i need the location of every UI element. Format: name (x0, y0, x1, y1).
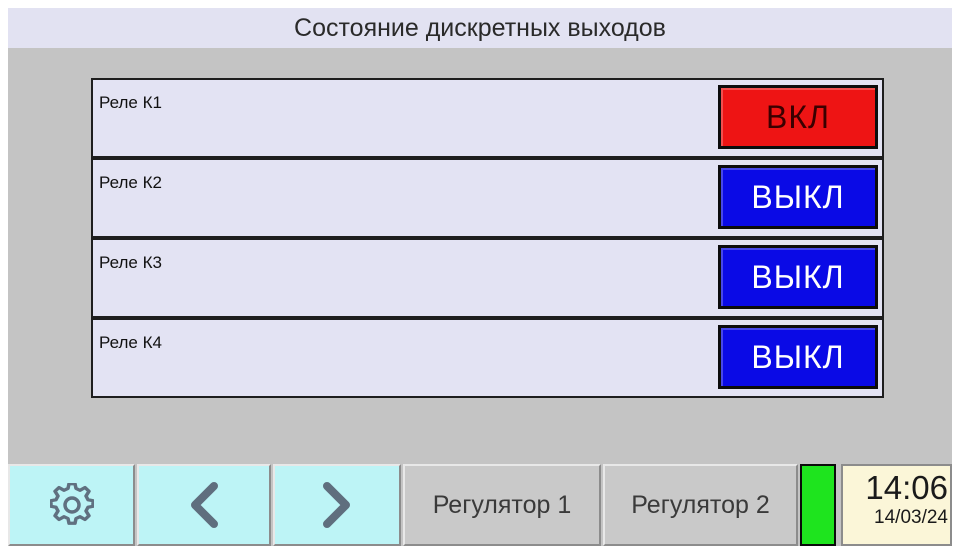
regulator-1-label: Регулятор 1 (432, 490, 572, 519)
relay-table: Реле К1 ВКЛ Реле К2 ВЫКЛ Реле К3 ВЫКЛ Ре… (91, 78, 884, 398)
clock-time: 14:06 (865, 469, 948, 506)
gear-icon (49, 483, 94, 527)
relay-label-k2: Реле К2 (99, 173, 162, 192)
relay-k4-state-button[interactable]: ВЫКЛ (718, 325, 878, 389)
relay-k1-state-button[interactable]: ВКЛ (718, 85, 878, 149)
relay-row-k1: Реле К1 ВКЛ (91, 78, 884, 158)
relay-k2-state-button[interactable]: ВЫКЛ (718, 165, 878, 229)
chevron-left-icon (186, 481, 222, 529)
relay-row-k2: Реле К2 ВЫКЛ (91, 158, 884, 238)
relay-row-k3: Реле К3 ВЫКЛ (91, 238, 884, 318)
status-indicator-led (800, 464, 836, 546)
hmi-screen: Состояние дискретных выходов Реле К1 ВКЛ… (8, 8, 952, 546)
relay-label-k3: Реле К3 (99, 253, 162, 272)
relay-label-k4: Реле К4 (99, 333, 162, 352)
clock-date: 14/03/24 (874, 507, 948, 528)
previous-page-button[interactable] (137, 464, 271, 546)
clock-display: 14:06 14/03/24 (841, 464, 952, 546)
settings-button[interactable] (8, 464, 135, 546)
next-page-button[interactable] (273, 464, 401, 546)
relay-k3-state-button[interactable]: ВЫКЛ (718, 245, 878, 309)
regulator-1-button[interactable]: Регулятор 1 (403, 464, 601, 546)
page-title-bar: Состояние дискретных выходов (8, 8, 952, 48)
regulator-2-button[interactable]: Регулятор 2 (603, 464, 798, 546)
regulator-2-label: Регулятор 2 (631, 490, 770, 519)
relay-row-k4: Реле К4 ВЫКЛ (91, 318, 884, 398)
page-title: Состояние дискретных выходов (294, 13, 666, 42)
relay-label-k1: Реле К1 (99, 93, 162, 112)
chevron-right-icon (319, 481, 355, 529)
bottom-navigation-bar: Регулятор 1 Регулятор 2 14:06 14/03/24 (8, 461, 952, 546)
